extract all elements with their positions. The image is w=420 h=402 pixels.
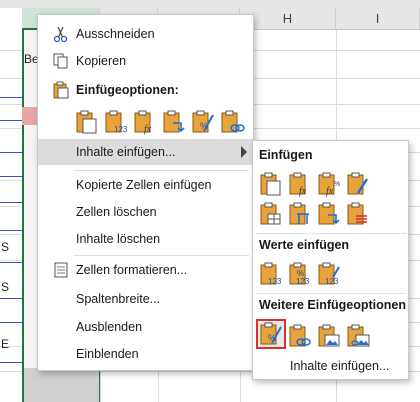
paste-values-icon[interactable]: 123 [103,109,129,135]
top-strip [0,0,420,8]
menu-item-label: Ausschneiden [76,27,155,41]
format-cells-icon [52,261,70,279]
submenu-heading-values: Werte einfügen [259,238,350,252]
menu-item-format-cells[interactable]: Zellen formatieren... [38,257,253,283]
submenu-heading-other: Weitere Einfügeoptionen [259,298,406,312]
column-header-h[interactable]: H [240,8,336,30]
menu-item-label: Zellen löschen [76,205,157,219]
menu-item-insert-copied-cells[interactable]: Kopierte Zellen einfügen [38,172,253,198]
cell-text: S [1,280,10,294]
border-line [0,202,22,203]
svg-text:fx: fx [144,124,152,135]
column-header-label: I [375,11,380,26]
submenu-heading-paste: Einfügen [259,148,313,162]
paste-values-icon[interactable]: 123 [258,261,284,287]
paste-values-source-formatting-icon[interactable]: 123 [316,261,342,287]
paste-icon[interactable] [74,109,100,135]
svg-text:123: 123 [268,277,282,286]
paste-column-widths-icon[interactable] [287,201,313,227]
paste-no-borders-icon[interactable] [258,201,284,227]
menu-item-label: Ausblenden [76,320,143,334]
menu-item-column-width[interactable]: Spaltenbreite... [38,286,253,312]
paste-link-icon[interactable] [219,109,245,135]
border-line [0,262,22,263]
scissors-icon [52,25,70,43]
copy-icon [52,52,70,70]
paste-picture-icon[interactable] [316,323,342,349]
paste-formatting-icon[interactable]: % [190,109,216,135]
paste-formulas-icon[interactable]: fx [287,171,313,197]
paste-options-row: 123 fx % [74,107,254,137]
menu-separator [74,255,249,256]
clipboard-icon [52,81,70,99]
border-line [0,97,22,98]
menu-item-label: Spaltenbreite... [76,292,161,306]
menu-heading-label: Einfügeoptionen: [76,83,179,97]
paste-all-icon[interactable] [258,171,284,197]
paste-special-link[interactable]: Inhalte einfügen... [290,359,389,373]
paste-transpose-icon[interactable] [161,109,187,135]
paste-linked-picture-icon[interactable] [345,323,371,349]
paste-transpose-icon[interactable] [316,201,342,227]
menu-item-unhide[interactable]: Einblenden [38,341,253,367]
menu-item-label: Zellen formatieren... [76,263,188,277]
svg-text:fx: fx [326,186,334,197]
svg-text:123: 123 [114,125,128,134]
svg-text:fx: fx [299,186,307,197]
border-line [0,120,22,121]
paste-conditional-formatting-icon[interactable] [345,201,371,227]
svg-text:%: % [334,181,340,188]
menu-item-clear-contents[interactable]: Inhalte löschen [38,226,253,252]
border-line [0,322,22,323]
paste-special-submenu: Einfügen fx fx% Werte einfügen 123 % 123 … [252,140,409,380]
menu-separator [74,170,249,171]
submenu-separator [255,233,406,234]
menu-heading-paste-options: Einfügeoptionen: [38,77,253,103]
border-line [0,152,22,153]
border-line [0,176,22,177]
menu-item-hide[interactable]: Ausblenden [38,314,253,340]
column-header-i[interactable]: I [336,8,420,30]
menu-item-copy[interactable]: Kopieren [38,48,253,74]
menu-item-label: Inhalte löschen [76,232,161,246]
menu-item-paste-special[interactable]: Inhalte einfügen... [38,139,253,165]
menu-item-delete-cells[interactable]: Zellen löschen [38,199,253,225]
chevron-right-icon [241,146,247,158]
menu-item-label: Einblenden [76,347,139,361]
column-header-label: H [282,11,293,26]
context-menu: Ausschneiden Kopieren Einfügeoptionen: 1… [37,14,254,371]
highlighted-cell[interactable] [22,107,38,125]
paste-values-number-format-icon[interactable]: % 123 [287,261,313,287]
paste-link-icon[interactable] [287,323,313,349]
menu-item-label: Kopieren [76,54,127,68]
menu-item-label: Kopierte Zellen einfügen [76,178,212,192]
menu-item-label: Inhalte einfügen... [76,145,176,159]
svg-text:123: 123 [325,277,339,286]
paste-formatting-icon[interactable]: % [256,319,286,349]
paste-keep-source-formatting-icon[interactable] [345,171,371,197]
border-line [0,362,22,363]
paste-formulas-number-format-icon[interactable]: fx% [316,171,342,197]
border-line [0,298,22,299]
submenu-separator [255,293,406,294]
svg-text:123: 123 [296,277,310,286]
menu-item-cut[interactable]: Ausschneiden [38,21,253,47]
paste-formulas-icon[interactable]: fx [132,109,158,135]
cell-text: E [1,337,10,351]
border-line [0,230,22,231]
cell-text: S [1,240,10,254]
